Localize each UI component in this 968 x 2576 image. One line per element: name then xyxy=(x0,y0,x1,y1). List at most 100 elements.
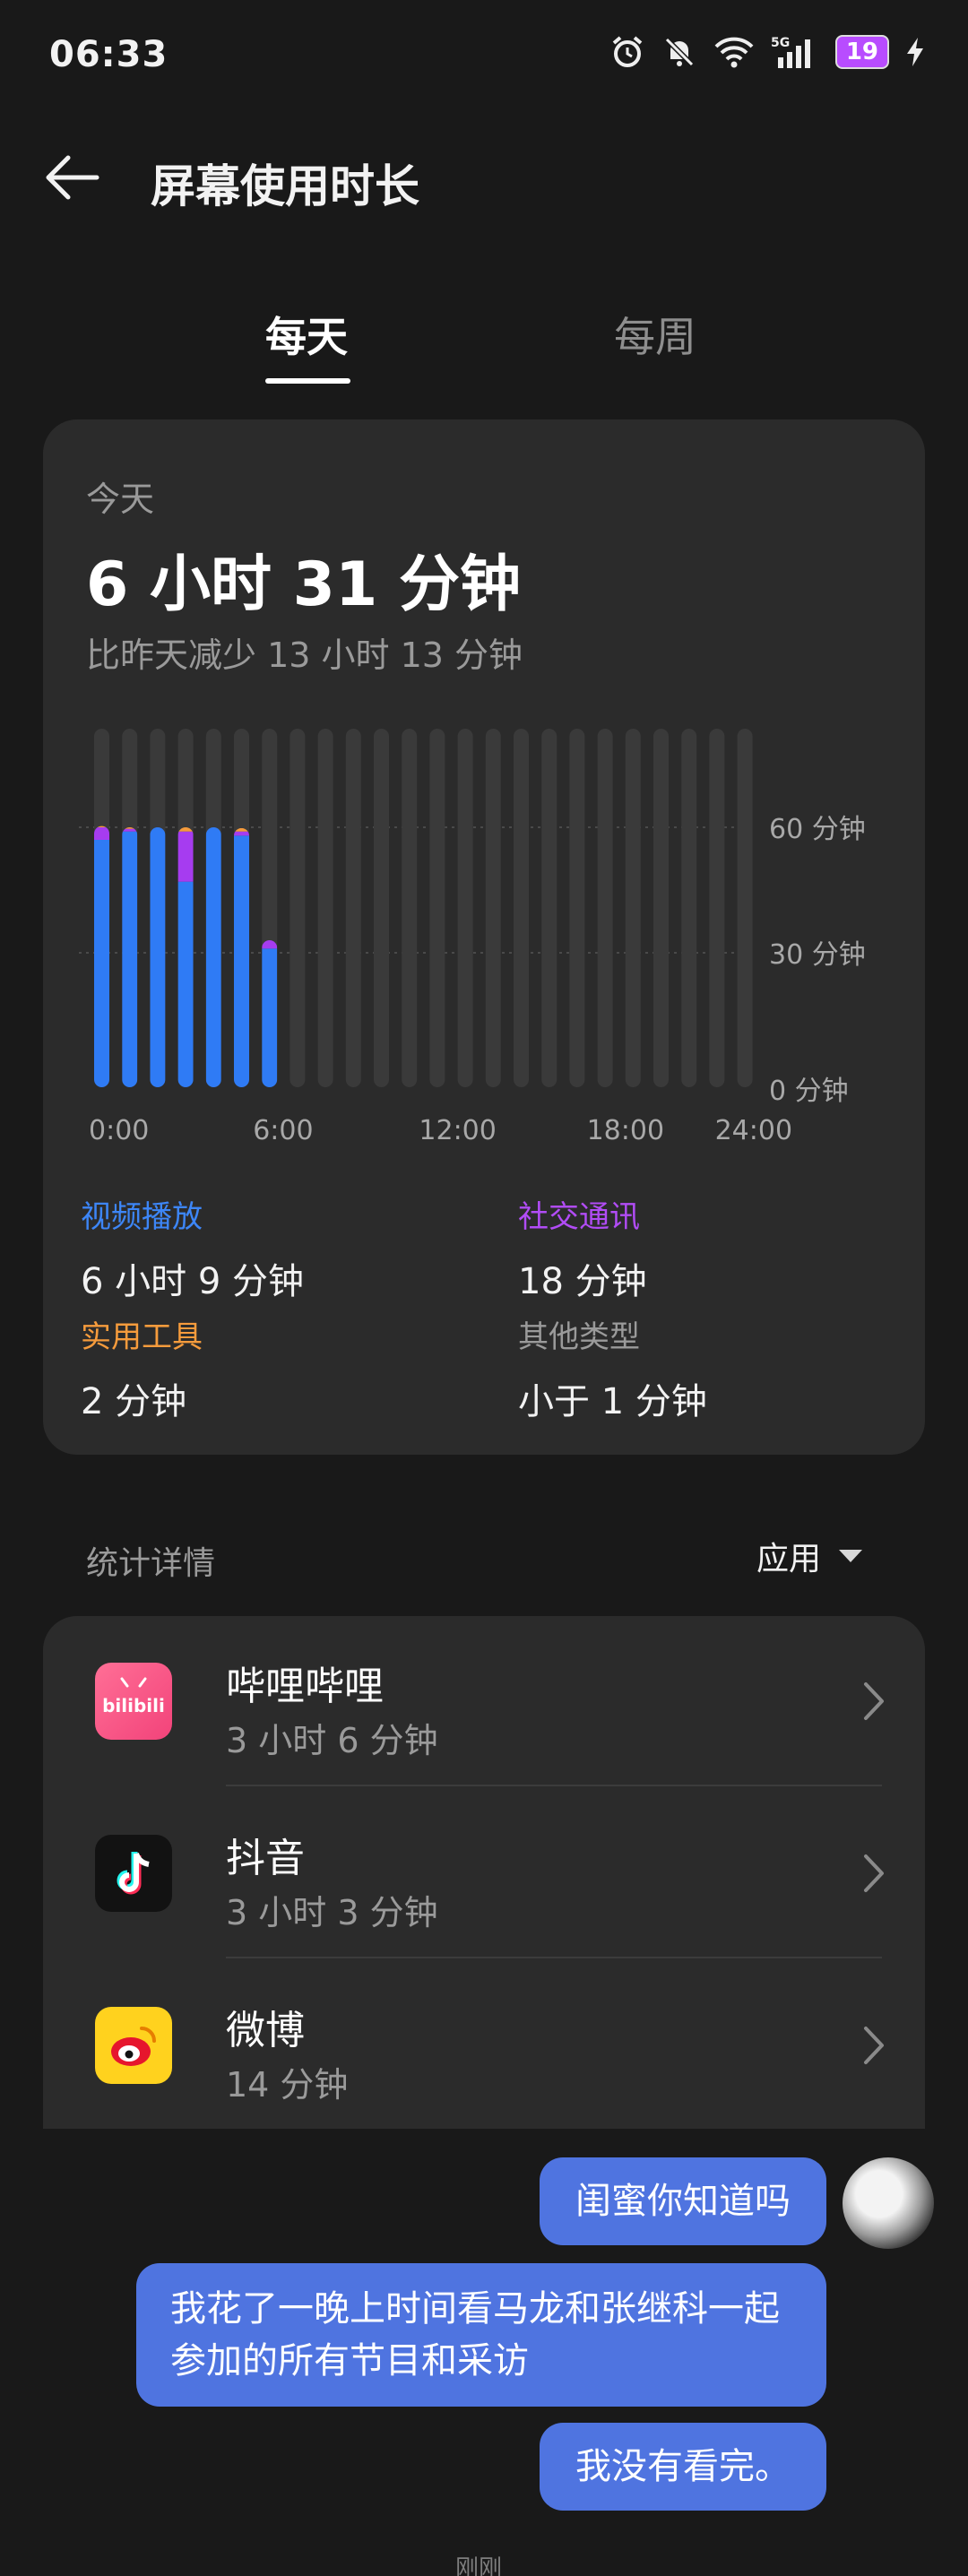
message-timestamp: 刚刚 xyxy=(455,2555,503,2576)
group-by-label: 应用 xyxy=(756,1541,821,1578)
x-tick-label: 12:00 xyxy=(419,1115,496,1141)
chevron-right-icon xyxy=(864,2027,884,2064)
app-name: 哔哩哔哩 xyxy=(226,1664,384,1709)
alarm-icon xyxy=(612,36,643,67)
status-time: 06:33 xyxy=(49,34,169,75)
bar-track-11 xyxy=(402,729,418,1087)
period-tabs: 每天 每周 xyxy=(0,296,968,394)
y-tick-label: 30 分钟 xyxy=(769,939,866,971)
bar-track-9 xyxy=(345,729,361,1087)
usage-summary-card: 今天 6 小时 31 分钟 比昨天减少 13 小时 13 分钟 60 分钟 30 … xyxy=(43,419,925,1455)
bar-segment-6-0 xyxy=(262,948,278,1087)
category-video: 视频播放 6 小时 9 分钟 xyxy=(81,1192,304,1304)
douyin-icon xyxy=(95,1835,172,1912)
bar-segment-2-0 xyxy=(150,827,166,1087)
bar-hour-5 xyxy=(234,827,249,1087)
bar-hour-6 xyxy=(262,940,278,1087)
wifi-icon xyxy=(714,37,754,68)
bar-hour-4 xyxy=(205,827,221,1087)
category-social-label: 社交通讯 xyxy=(518,1199,640,1235)
category-social-value: 18 分钟 xyxy=(518,1261,647,1302)
bilibili-icon: bilibili xyxy=(95,1663,172,1740)
bar-track-17 xyxy=(569,729,585,1087)
category-tools: 实用工具 2 分钟 xyxy=(81,1312,203,1424)
app-usage-time: 3 小时 6 分钟 xyxy=(226,1721,438,1760)
total-screen-time: 6 小时 31 分钟 xyxy=(86,549,521,620)
bar-track-10 xyxy=(374,729,389,1087)
bar-track-15 xyxy=(514,729,529,1087)
bar-track-12 xyxy=(429,729,445,1087)
y-tick-label: 60 分钟 xyxy=(769,814,866,845)
chat-bubble: 我花了一晚上时间看马龙和张继科一起参加的所有节目和采访 xyxy=(136,2263,826,2407)
x-tick-label: 24:00 xyxy=(715,1115,792,1141)
bar-segment-3-1 xyxy=(177,831,194,882)
avatar[interactable] xyxy=(843,2157,934,2249)
bar-track-19 xyxy=(625,729,641,1087)
category-other-label: 其他类型 xyxy=(518,1319,640,1355)
category-tools-label: 实用工具 xyxy=(81,1319,203,1355)
bar-hour-3 xyxy=(177,827,194,1087)
bar-track-8 xyxy=(317,729,333,1087)
x-tick-label: 6:00 xyxy=(253,1115,313,1141)
chevron-right-icon xyxy=(864,1682,884,1720)
chevron-right-icon xyxy=(864,1854,884,1892)
signal-5g-icon: 5G xyxy=(771,36,810,68)
x-tick-label: 18:00 xyxy=(587,1115,664,1141)
hourly-usage-chart: 60 分钟 30 分钟 0 分钟 0:00 6:00 12:00 18:00 24:00 xyxy=(79,729,866,1141)
stats-detail-title: 统计详情 xyxy=(86,1545,216,1582)
weibo-icon xyxy=(95,2007,172,2084)
row-divider xyxy=(226,1957,882,1958)
page-title: 屏幕使用时长 xyxy=(151,160,419,212)
bar-segment-5-0 xyxy=(234,835,249,1087)
svg-text:5G: 5G xyxy=(771,36,790,50)
bar-track-21 xyxy=(681,729,697,1087)
bar-track-20 xyxy=(653,729,669,1087)
category-social: 社交通讯 18 分钟 xyxy=(518,1192,647,1304)
back-button[interactable] xyxy=(41,151,104,204)
category-tools-value: 2 分钟 xyxy=(81,1381,187,1422)
app-name: 抖音 xyxy=(226,1836,305,1881)
app-row-douyin[interactable]: 抖音 3 小时 3 分钟 xyxy=(43,1788,925,1958)
bar-segment-4-0 xyxy=(205,827,221,1087)
bar-hour-1 xyxy=(122,827,138,1087)
category-video-label: 视频播放 xyxy=(81,1199,203,1235)
dropdown-arrow-icon xyxy=(839,1550,862,1562)
category-other-value: 小于 1 分钟 xyxy=(518,1381,707,1422)
chat-bubble: 我没有看完。 xyxy=(540,2423,826,2511)
tab-daily[interactable]: 每天 xyxy=(265,305,348,364)
bar-track-7 xyxy=(290,729,306,1087)
app-header: 屏幕使用时长 xyxy=(0,134,968,224)
bar-segment-0-0 xyxy=(94,840,109,1087)
row-divider xyxy=(226,1785,882,1786)
x-tick-label: 0:00 xyxy=(89,1115,149,1141)
back-arrow-icon xyxy=(46,155,99,200)
status-icons: 5G 19 xyxy=(609,34,925,70)
tab-weekly[interactable]: 每周 xyxy=(614,305,696,364)
bar-segment-5-1 xyxy=(234,831,249,836)
bar-hour-2 xyxy=(150,827,166,1087)
app-name: 微博 xyxy=(226,2008,305,2053)
bar-track-13 xyxy=(457,729,473,1087)
app-row-bilibili[interactable]: bilibili 哔哩哔哩 3 小时 6 分钟 xyxy=(43,1616,925,1786)
bar-track-16 xyxy=(541,729,557,1087)
comparison-text: 比昨天减少 13 小时 13 分钟 xyxy=(86,635,523,675)
bilibili-logo-text: bilibili xyxy=(102,1695,165,1716)
bar-hour-0 xyxy=(94,826,109,1087)
y-tick-label: 0 分钟 xyxy=(769,1076,849,1107)
app-row-weibo[interactable]: 微博 14 分钟 xyxy=(43,1960,925,2131)
mute-bell-icon xyxy=(664,37,694,67)
battery-level: 19 xyxy=(834,35,889,69)
bar-segment-3-0 xyxy=(177,881,194,1087)
status-bar: 06:33 5G 19 xyxy=(0,0,968,117)
app-usage-list: bilibili 哔哩哔哩 3 小时 6 分钟 抖音 3 小时 3 分钟 微博 … xyxy=(43,1616,925,2136)
bar-track-23 xyxy=(737,729,753,1087)
today-label: 今天 xyxy=(86,480,155,519)
category-other: 其他类型 小于 1 分钟 xyxy=(518,1312,707,1424)
bar-track-14 xyxy=(485,729,501,1087)
chat-overlay: 闺蜜你知道吗 我花了一晚上时间看马龙和张继科一起参加的所有节目和采访 我没有看完… xyxy=(0,2129,968,2576)
charging-icon xyxy=(907,38,923,66)
app-usage-time: 3 小时 3 分钟 xyxy=(226,1893,438,1932)
chat-bubble: 闺蜜你知道吗 xyxy=(540,2157,826,2245)
group-by-dropdown[interactable]: 应用 xyxy=(756,1533,862,1579)
bar-track-22 xyxy=(709,729,725,1087)
